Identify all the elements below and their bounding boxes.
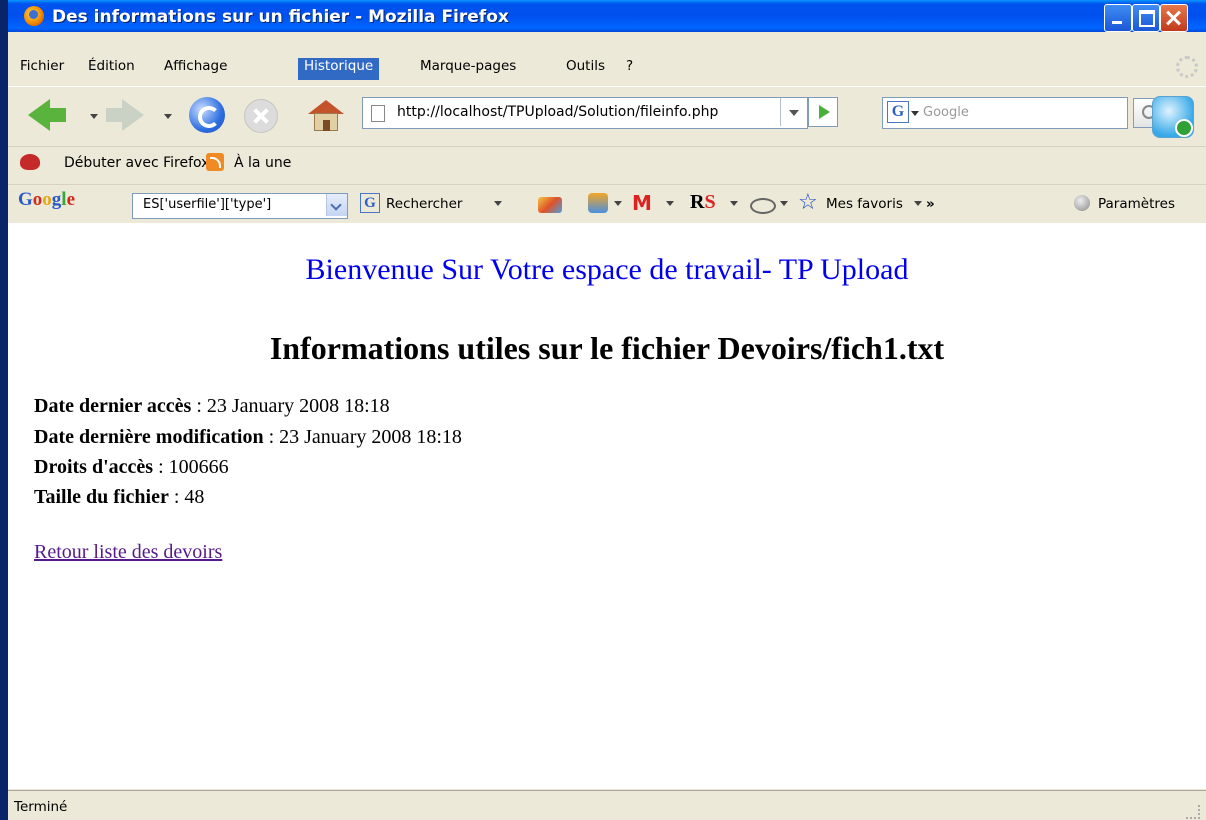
firefox-logo-icon — [24, 6, 44, 26]
google-engine-icon[interactable]: G — [887, 101, 909, 123]
rs-dropdown-icon[interactable] — [730, 201, 738, 206]
back-to-list-link[interactable]: Retour liste des devoirs — [34, 541, 222, 564]
chevron-down-icon[interactable] — [326, 194, 347, 216]
forward-arrow-icon[interactable] — [122, 99, 144, 131]
settings-button[interactable]: Paramètres — [1098, 196, 1175, 212]
search-dropdown-icon[interactable] — [494, 201, 502, 206]
menu-historique[interactable]: Historique — [298, 58, 380, 80]
favorites-button[interactable]: Mes favoris — [826, 196, 903, 212]
maximize-button[interactable] — [1132, 4, 1160, 32]
browser-window: Des informations sur un fichier - Mozill… — [8, 0, 1206, 820]
google-logo-o2: o — [42, 189, 52, 210]
google-search-button[interactable]: Rechercher — [386, 196, 462, 212]
back-history-dropdown-icon[interactable] — [90, 114, 98, 119]
star-icon[interactable]: ☆ — [798, 190, 818, 215]
menu-fichier[interactable]: Fichier — [14, 58, 70, 80]
rs-button[interactable]: RS — [690, 191, 716, 214]
bookmark-debuter[interactable]: Débuter avec Firefox — [64, 155, 209, 175]
google-g-icon[interactable]: G — [360, 193, 380, 213]
engine-dropdown-icon[interactable] — [911, 111, 919, 116]
page-icon — [371, 105, 385, 122]
close-button[interactable] — [1160, 4, 1188, 32]
menu-outils[interactable]: Outils — [560, 58, 611, 80]
firefox-bookmark-icon — [20, 154, 40, 170]
info-last-modified: Date dernière modification : 23 January … — [34, 426, 462, 449]
welcome-heading: Bienvenue Sur Votre espace de travail- T… — [305, 253, 909, 286]
translate-icon[interactable] — [588, 193, 608, 213]
url-bar[interactable]: http://localhost/TPUpload/Solution/filei… — [362, 97, 808, 129]
menu-marque-pages[interactable]: Marque-pages — [414, 58, 522, 80]
info-value: : 48 — [168, 486, 205, 508]
forward-history-dropdown-icon[interactable] — [164, 114, 172, 119]
info-label: Date dernière modification — [34, 426, 264, 448]
google-logo-e: e — [66, 189, 75, 210]
more-chevron[interactable]: » — [926, 196, 935, 212]
page-content: Bienvenue Sur Votre espace de travail- T… — [8, 223, 1206, 789]
google-query-text[interactable]: ES['userfile']['type'] — [143, 197, 271, 212]
skype-icon[interactable] — [1152, 96, 1194, 138]
info-value: : 100666 — [153, 456, 229, 478]
translate-dropdown-icon[interactable] — [614, 201, 622, 206]
status-bar: Terminé — [8, 790, 1206, 820]
google-logo[interactable]: Google — [18, 189, 75, 211]
search-box[interactable]: G Google — [882, 97, 1163, 129]
home-icon[interactable] — [308, 100, 344, 132]
info-value: : 23 January 2008 18:18 — [263, 426, 462, 448]
title-bar: Des informations sur un fichier - Mozill… — [8, 0, 1206, 32]
info-label: Date dernier accès — [34, 395, 192, 417]
google-toolbar: Google ES['userfile']['type'] G Recherch… — [8, 184, 1206, 224]
gmail-dropdown-icon[interactable] — [666, 201, 674, 206]
google-logo-g: G — [18, 189, 33, 210]
link-dropdown-icon[interactable] — [780, 201, 788, 206]
info-file-size: Taille du fichier : 48 — [34, 486, 204, 509]
search-input[interactable]: Google — [923, 105, 969, 120]
info-last-access: Date dernier accès : 23 January 2008 18:… — [34, 395, 390, 418]
bookmarks-bar: Débuter avec Firefox À la une — [8, 146, 1206, 181]
rs-s: S — [704, 191, 716, 213]
rss-feed-icon — [206, 153, 224, 171]
info-label: Droits d'accès — [34, 456, 154, 478]
stop-icon[interactable] — [244, 99, 278, 133]
google-logo-o1: o — [32, 189, 43, 210]
info-value: : 23 January 2008 18:18 — [191, 395, 390, 417]
status-text: Terminé — [14, 799, 68, 815]
rs-r: R — [690, 191, 705, 213]
info-permissions: Droits d'accès : 100666 — [34, 456, 229, 479]
google-query-combo[interactable]: ES['userfile']['type'] — [132, 193, 348, 219]
google-logo-g2: g — [51, 189, 62, 210]
menu-bar: Fichier Édition Affichage Historique Mar… — [8, 54, 1206, 82]
window-title: Des informations sur un fichier - Mozill… — [52, 7, 509, 27]
minimize-button[interactable] — [1104, 4, 1132, 32]
go-icon[interactable] — [808, 97, 838, 127]
menu-edition[interactable]: Édition — [82, 58, 141, 80]
url-history-dropdown-icon[interactable] — [780, 98, 807, 126]
throbber-icon — [1176, 56, 1198, 78]
home-roof — [308, 100, 344, 114]
back-button[interactable] — [48, 108, 66, 122]
file-info-heading: Informations utiles sur le fichier Devoi… — [269, 330, 945, 366]
bookmark-a-la-une[interactable]: À la une — [234, 155, 291, 175]
highlight-icon[interactable] — [538, 197, 562, 213]
info-label: Taille du fichier — [34, 486, 169, 508]
menu-help[interactable]: ? — [620, 58, 639, 80]
link-icon[interactable] — [750, 198, 776, 214]
favorites-dropdown-icon[interactable] — [914, 201, 922, 206]
home-door — [323, 120, 330, 131]
back-arrow-icon[interactable] — [28, 99, 50, 131]
reload-icon[interactable] — [189, 97, 225, 133]
resize-grip[interactable] — [1186, 805, 1200, 819]
url-text[interactable]: http://localhost/TPUpload/Solution/filei… — [397, 104, 769, 120]
menu-affichage[interactable]: Affichage — [158, 58, 233, 80]
gmail-icon[interactable]: M — [632, 191, 652, 215]
settings-icon[interactable] — [1074, 195, 1090, 211]
